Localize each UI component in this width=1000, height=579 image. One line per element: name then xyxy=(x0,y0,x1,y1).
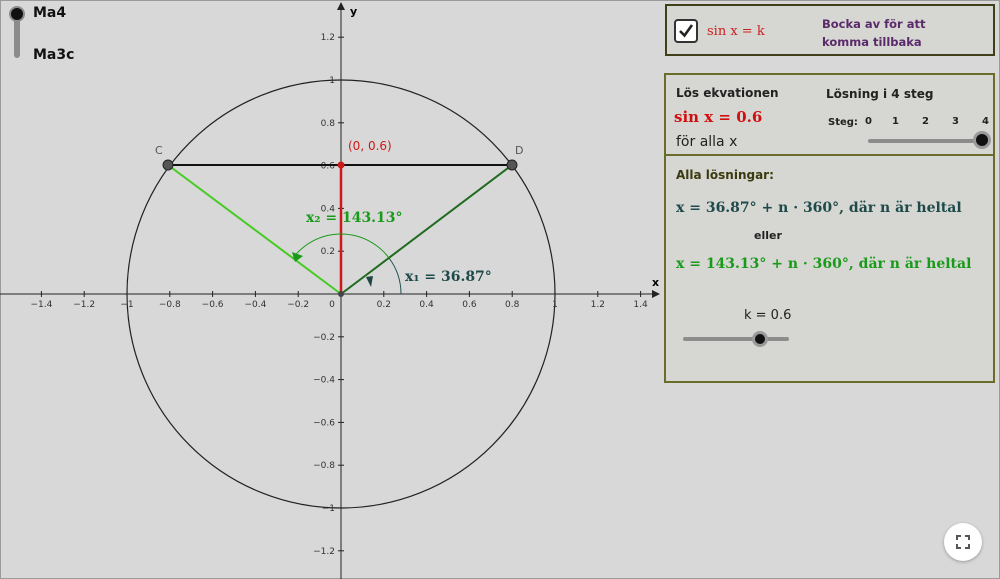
point-c-label: C xyxy=(155,144,163,157)
step-3: 3 xyxy=(952,116,959,127)
x-tick-label: −1 xyxy=(120,300,133,310)
solutions-or: eller xyxy=(754,229,782,242)
steps-title: Lösning i 4 steg xyxy=(826,87,934,101)
y-tick-label: 0.6 xyxy=(321,162,336,172)
angle-arc-x1 xyxy=(388,257,402,295)
course-label-ma4: Ma4 xyxy=(33,5,67,21)
angle-arrow-x1 xyxy=(366,276,373,287)
course-label-ma3c: Ma3c xyxy=(33,47,75,63)
course-toggle[interactable] xyxy=(9,6,25,60)
x-tick-label: −0.2 xyxy=(287,300,309,310)
point-c[interactable] xyxy=(162,159,174,171)
solution-1: x = 36.87° + n · 360°, där n är heltal xyxy=(676,200,962,216)
ray-oc xyxy=(167,164,342,295)
y-tick-label: −0.8 xyxy=(313,461,335,471)
origin-point xyxy=(338,291,344,297)
x-tick-label: 0 xyxy=(329,300,335,310)
x-tick-label: 0.6 xyxy=(462,300,477,310)
solve-equation: sin x = 0.6 xyxy=(674,108,763,126)
angle-x1-label: x₁ = 36.87° xyxy=(405,269,492,285)
solution-2: x = 143.13° + n · 360°, där n är heltal xyxy=(676,256,972,272)
x-axis-label: x xyxy=(652,276,659,289)
y-tick-label: −0.2 xyxy=(313,333,335,343)
x-tick-label: 0.2 xyxy=(377,300,391,310)
step-2: 2 xyxy=(922,116,929,127)
step-slider-track[interactable] xyxy=(868,139,986,143)
point-sine-label: (0, 0.6) xyxy=(348,139,392,153)
fullscreen-button[interactable] xyxy=(944,523,982,561)
solve-title: Lös ekvationen xyxy=(676,86,779,100)
y-tick-label: −0.6 xyxy=(313,418,335,428)
y-tick-label: −0.4 xyxy=(313,376,335,386)
sin-toggle-label: sin x = k xyxy=(707,24,765,39)
x-tick-label: −0.4 xyxy=(244,300,266,310)
fullscreen-icon xyxy=(956,535,970,549)
point-d-label: D xyxy=(515,144,523,157)
x-tick-label: 1.2 xyxy=(591,300,605,310)
course-toggle-knob[interactable] xyxy=(9,6,25,22)
solve-panel: Lös ekvationen sin x = 0.6 för alla x Lö… xyxy=(664,73,995,156)
x-tick-label: −1.4 xyxy=(30,300,52,310)
y-tick-label: 1.2 xyxy=(321,33,335,43)
x-tick-label: 1 xyxy=(552,300,558,310)
sin-toggle-checkbox[interactable] xyxy=(674,19,698,43)
k-slider-label: k = 0.6 xyxy=(744,308,792,323)
x-tick-label: 1.4 xyxy=(633,300,648,310)
y-tick-label: 0.8 xyxy=(321,119,336,129)
check-icon xyxy=(679,24,694,38)
k-slider-track[interactable] xyxy=(683,337,789,341)
y-tick-label: −1 xyxy=(322,504,335,514)
hint-line-2: komma tillbaka xyxy=(822,35,922,49)
hint-text: Bocka av för att komma tillbaka xyxy=(822,15,926,51)
solutions-panel: Alla lösningar: x = 36.87° + n · 360°, d… xyxy=(664,154,995,295)
k-slider-knob[interactable] xyxy=(752,331,768,347)
x-tick-label: 0.4 xyxy=(419,300,434,310)
x-tick-label: 0.8 xyxy=(505,300,520,310)
y-axis-label: y xyxy=(350,5,357,18)
step-4: 4 xyxy=(982,116,989,127)
graph-view[interactable]: x y −1.4 −1.2 −1 −0.8 −0.6 −0.4 −0.2 0 0.2 0.4 0.6… xyxy=(0,0,662,579)
step-1: 1 xyxy=(892,116,899,127)
x-tick-label: −0.8 xyxy=(159,300,181,310)
y-tick-label: 1 xyxy=(329,76,335,86)
steps-label: Steg: xyxy=(828,117,858,128)
toggle-panel: sin x = k Bocka av för att komma tillbak… xyxy=(665,4,995,56)
y-tick-label: −1.2 xyxy=(313,547,335,557)
x-tick-label: −0.6 xyxy=(202,300,224,310)
point-d[interactable] xyxy=(506,159,518,171)
step-0: 0 xyxy=(865,116,872,127)
k-slider-panel: k = 0.6 xyxy=(664,293,995,383)
solve-for-all: för alla x xyxy=(676,134,738,150)
point-sine xyxy=(337,161,345,169)
step-slider-knob[interactable] xyxy=(973,131,991,149)
x-axis-arrow xyxy=(652,290,660,298)
x-tick-label: −1.2 xyxy=(73,300,95,310)
hint-line-1: Bocka av för att xyxy=(822,17,926,31)
y-tick-label: 0.2 xyxy=(321,247,335,257)
angle-x2-label: x₂ = 143.13° xyxy=(306,210,403,226)
solutions-title: Alla lösningar: xyxy=(676,168,774,182)
y-axis-arrow xyxy=(337,2,345,10)
